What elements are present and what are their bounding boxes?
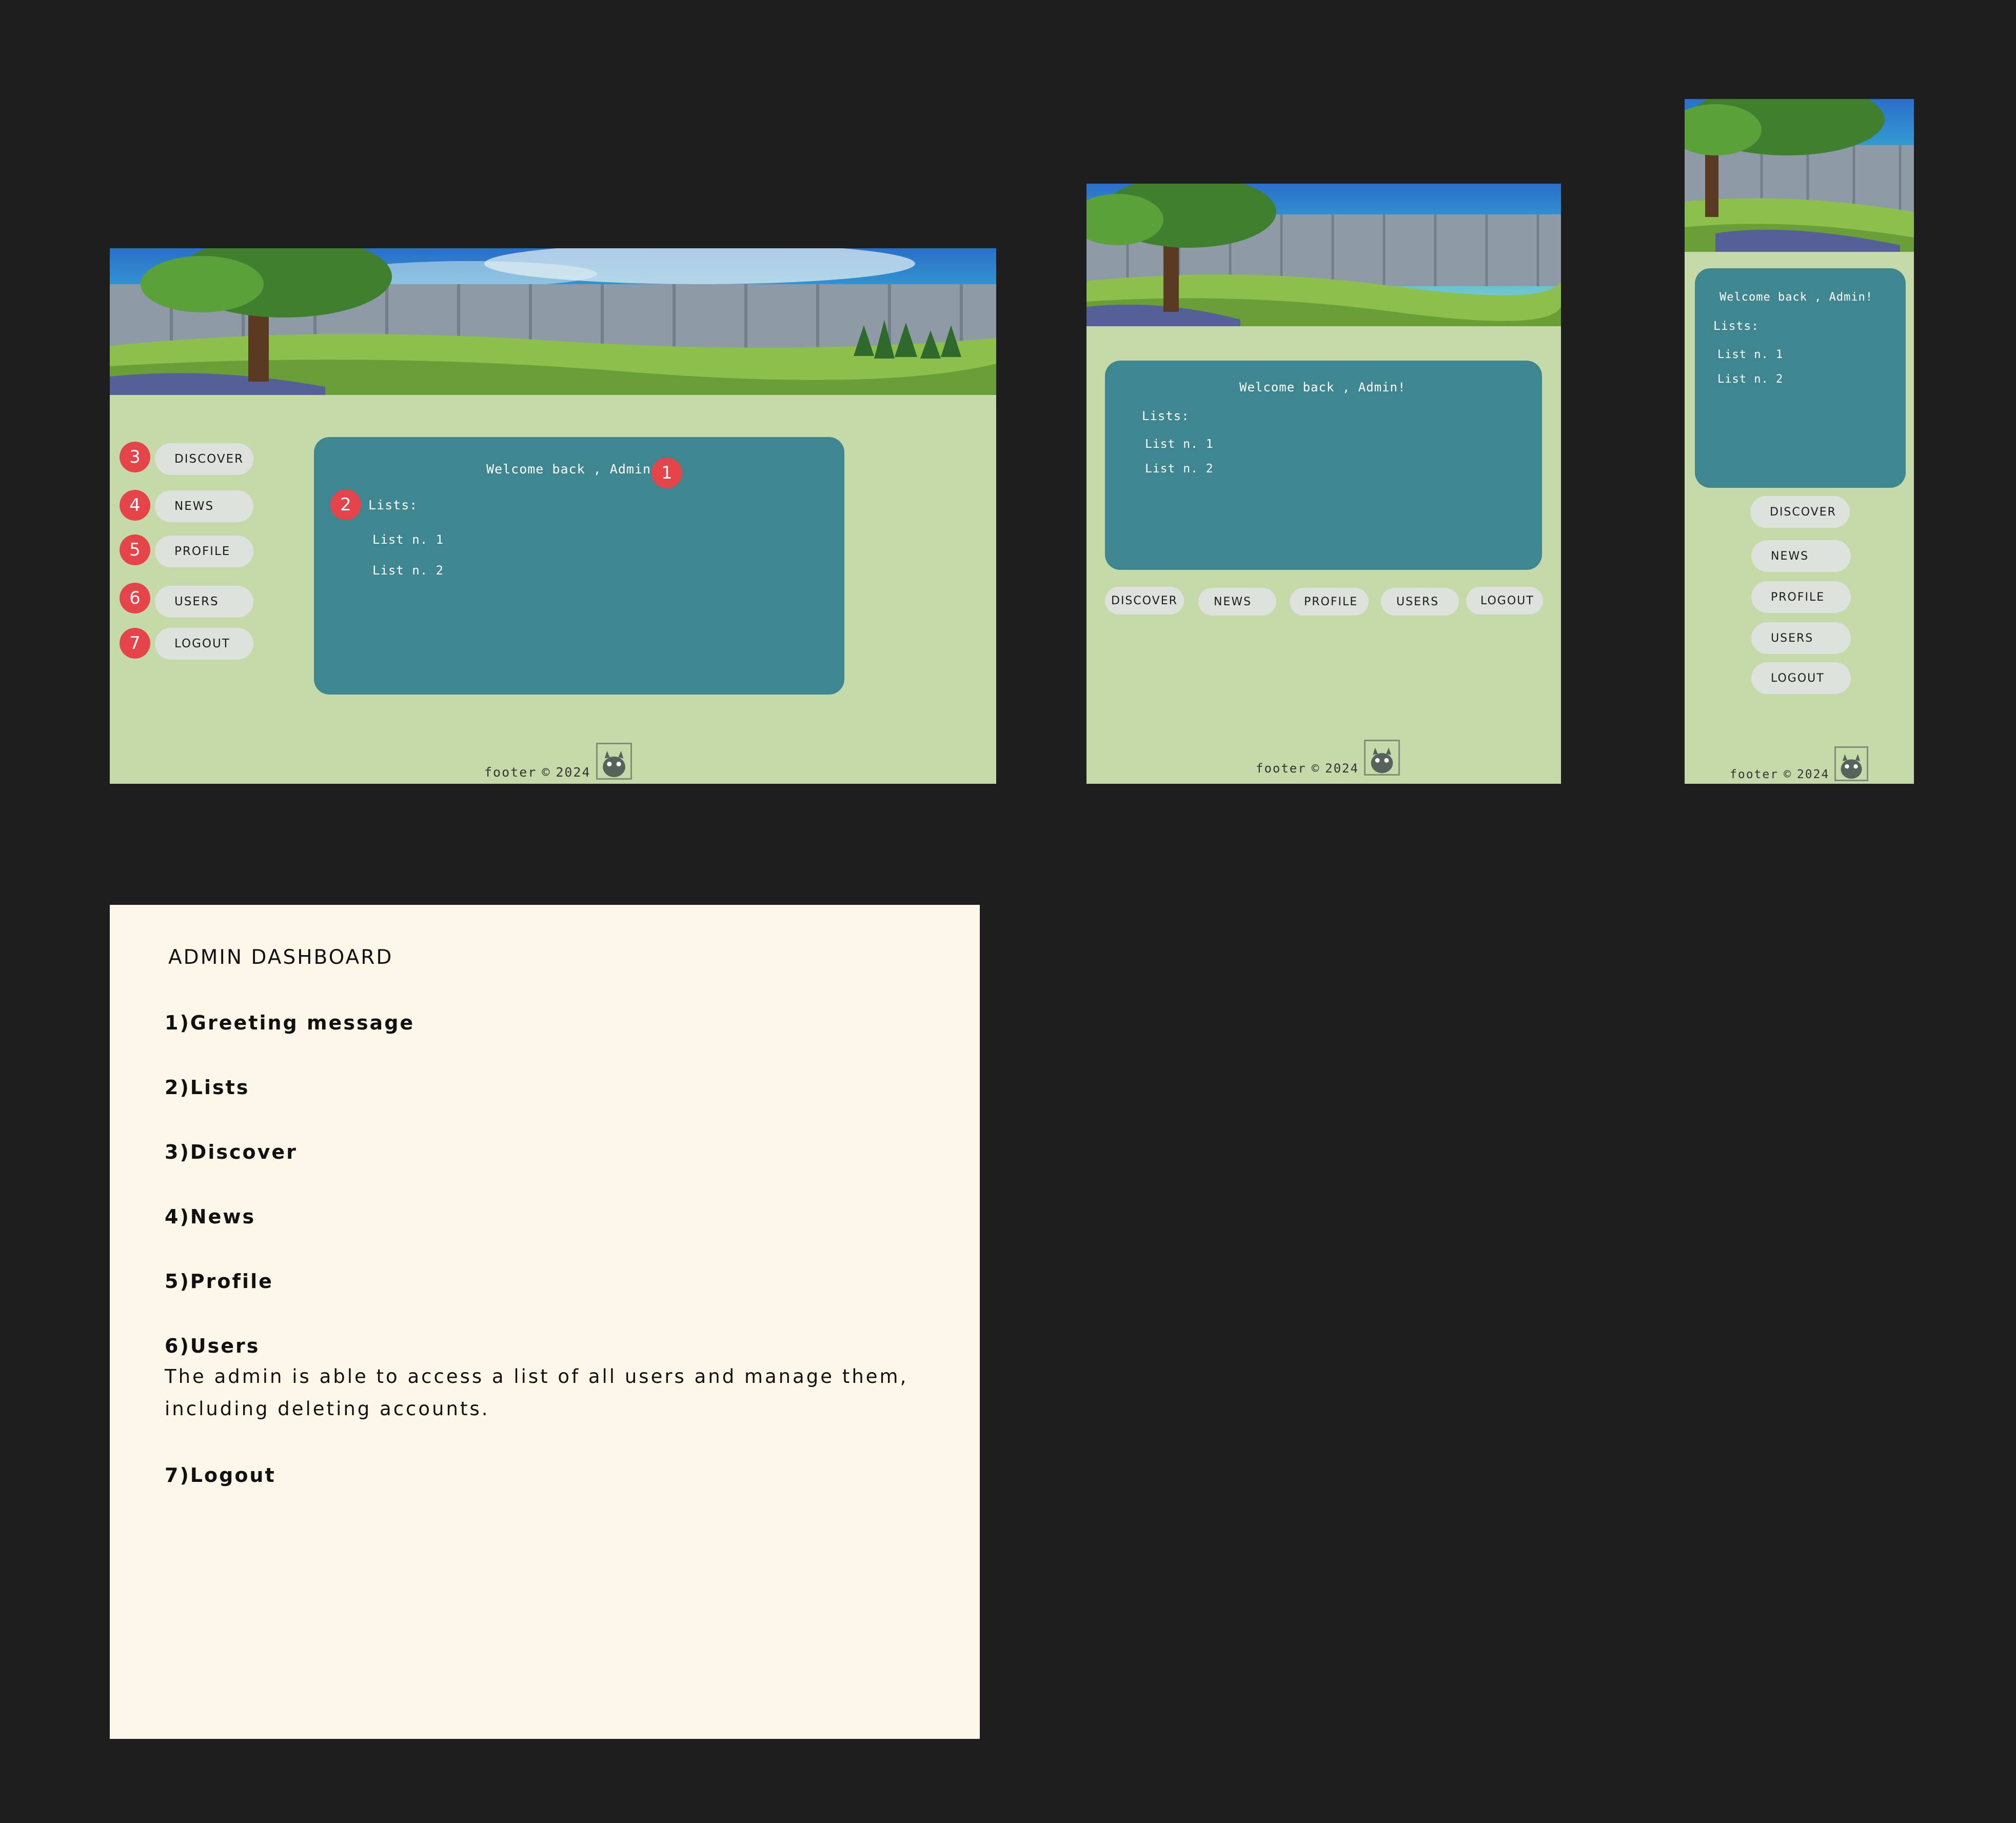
greeting-message: Welcome back , Admin! — [1719, 291, 1873, 304]
scenery-image — [110, 248, 996, 395]
footer: footer © 2024 — [484, 743, 632, 780]
note-item: 1)Greeting message — [165, 1012, 415, 1034]
greeting-message: Welcome back , Admin! — [486, 462, 660, 477]
list-item[interactable]: List n. 1 — [372, 532, 444, 547]
footer-text: footer — [1256, 761, 1307, 776]
footer-year: 2024 — [1325, 761, 1359, 776]
totoro-mascot-icon — [1363, 740, 1400, 776]
footer: footer © 2024 — [1256, 740, 1400, 776]
dashboard-card: Welcome back , Admin! Lists: List n. 1 L… — [314, 437, 844, 695]
nav-discover-button[interactable]: DISCOVER — [155, 443, 253, 475]
nav-users-button[interactable]: USERS — [1751, 622, 1851, 654]
annotation-badge: 4 — [120, 490, 150, 521]
note-item: 3)Discover — [165, 1141, 298, 1163]
nav-users-button[interactable]: USERS — [155, 586, 253, 618]
list-item[interactable]: List n. 2 — [372, 563, 444, 578]
scenery-image — [1685, 99, 1914, 252]
notes-panel: ADMIN DASHBOARD 1)Greeting message 2)Lis… — [110, 905, 980, 1739]
lists-label: Lists: — [1142, 409, 1190, 423]
annotation-badge: 3 — [120, 442, 150, 472]
dashboard-card: Welcome back , Admin! Lists: List n. 1 L… — [1695, 268, 1906, 488]
footer-text: footer — [1730, 768, 1779, 781]
list-item[interactable]: List n. 1 — [1717, 348, 1783, 361]
totoro-mascot-icon — [596, 743, 632, 780]
note-item: 7)Logout — [165, 1464, 276, 1487]
nav-users-button[interactable]: USERS — [1381, 588, 1459, 616]
nav-discover-button[interactable]: DISCOVER — [1105, 587, 1184, 615]
annotation-badge: 5 — [120, 534, 150, 565]
annotation-badge: 1 — [651, 458, 682, 488]
footer-year: 2024 — [556, 765, 591, 780]
annotation-badge: 2 — [330, 489, 361, 520]
nav-discover-button[interactable]: DISCOVER — [1750, 496, 1850, 528]
mobile-frame: Welcome back , Admin! Lists: List n. 1 L… — [1685, 99, 1914, 784]
footer-year: 2024 — [1796, 768, 1830, 781]
nav-profile-button[interactable]: PROFILE — [1751, 581, 1851, 613]
lists-label: Lists: — [1713, 320, 1760, 333]
note-users-description: The admin is able to access a list of al… — [165, 1365, 908, 1420]
header-banner — [1685, 99, 1914, 252]
note-item: 6)Users — [165, 1335, 260, 1357]
footer-text: footer — [484, 765, 537, 780]
nav-news-button[interactable]: NEWS — [1198, 588, 1276, 616]
header-banner — [1086, 184, 1561, 326]
list-item[interactable]: List n. 2 — [1145, 462, 1214, 475]
dashboard-card: Welcome back , Admin! Lists: List n. 1 L… — [1105, 361, 1542, 570]
footer: footer © 2024 — [1730, 746, 1869, 781]
nav-profile-button[interactable]: PROFILE — [155, 536, 253, 567]
desktop-frame: 3 DISCOVER 4 NEWS 5 PROFILE 6 USERS 7 LO… — [110, 248, 996, 784]
list-item[interactable]: List n. 2 — [1717, 373, 1783, 386]
annotation-badge: 6 — [120, 583, 150, 613]
nav-profile-button[interactable]: PROFILE — [1290, 588, 1369, 616]
lists-label: Lists: — [368, 498, 418, 512]
note-item: 5)Profile — [165, 1270, 273, 1293]
nav-logout-button[interactable]: LOGOUT — [1751, 662, 1851, 694]
copyright-symbol: © — [542, 765, 551, 780]
list-item[interactable]: List n. 1 — [1145, 438, 1214, 451]
notes-title: ADMIN DASHBOARD — [168, 946, 393, 969]
copyright-symbol: © — [1311, 761, 1320, 776]
nav-logout-button[interactable]: LOGOUT — [1466, 587, 1543, 615]
header-banner — [110, 248, 996, 395]
tablet-frame: Welcome back , Admin! Lists: List n. 1 L… — [1086, 184, 1561, 784]
note-item: 2)Lists — [165, 1076, 250, 1099]
nav-logout-button[interactable]: LOGOUT — [155, 628, 253, 660]
nav-news-button[interactable]: NEWS — [155, 490, 253, 522]
note-item: 4)News — [165, 1205, 256, 1228]
nav-news-button[interactable]: NEWS — [1751, 540, 1851, 572]
copyright-symbol: © — [1784, 768, 1792, 781]
totoro-mascot-icon — [1834, 746, 1869, 781]
annotation-badge: 7 — [120, 628, 150, 659]
scenery-image — [1086, 184, 1561, 326]
greeting-message: Welcome back , Admin! — [1239, 380, 1406, 394]
